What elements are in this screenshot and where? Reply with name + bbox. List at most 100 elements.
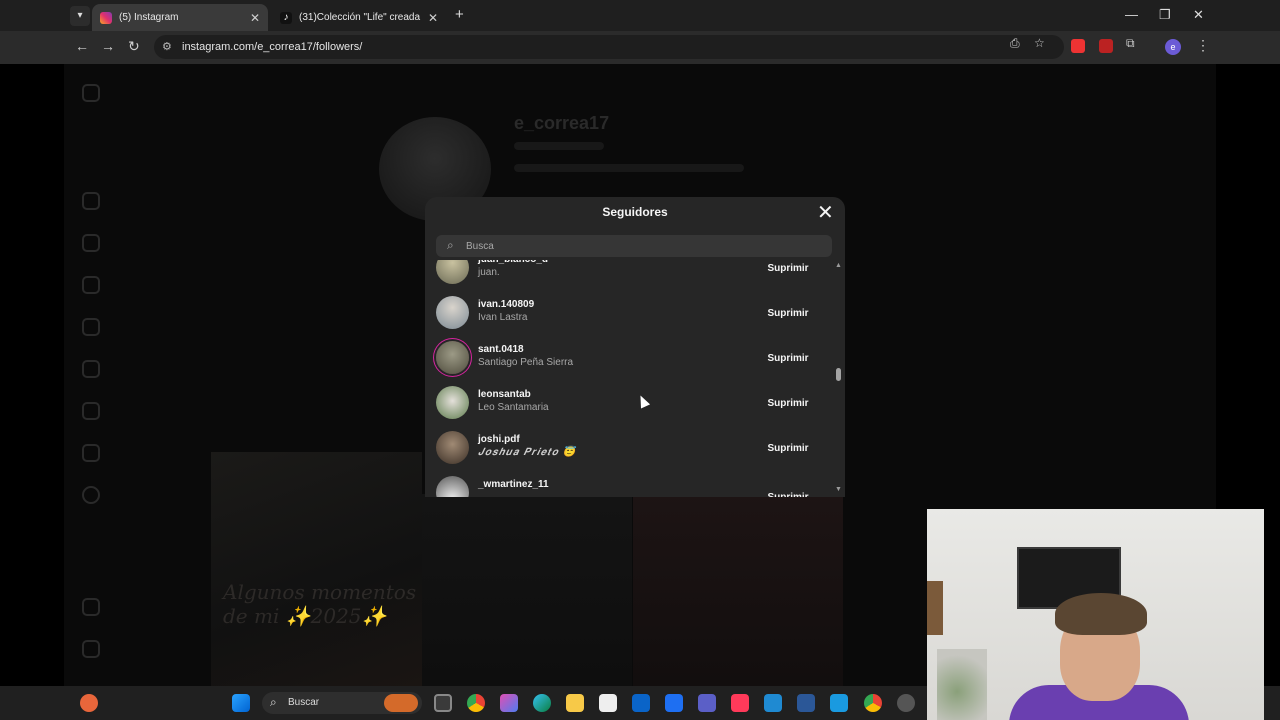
profile-post[interactable]: Algunos momentos de mi ✨2025✨ — [211, 452, 422, 686]
new-tab-button[interactable]: + — [455, 6, 464, 23]
profile-icon[interactable] — [82, 486, 100, 504]
avatar[interactable] — [436, 476, 469, 497]
list-item: _wmartinez_11 Suprimir — [425, 470, 833, 497]
app-icon[interactable] — [897, 694, 915, 712]
reload-icon[interactable]: ↻ — [128, 38, 140, 55]
browser-toolbar: ← → ↻ ⚙ instagram.com/e_correa17/followe… — [0, 31, 1280, 64]
window-close-icon[interactable]: ✕ — [1193, 7, 1204, 23]
avatar[interactable] — [436, 296, 469, 329]
tab-tiktok[interactable]: ♪ (31)Colección "Life" creada por ✕ — [272, 4, 446, 31]
tab-search-button[interactable]: ▾ — [70, 6, 90, 26]
instagram-logo-icon[interactable] — [82, 84, 100, 102]
app-icon[interactable] — [797, 694, 815, 712]
notifications-icon[interactable] — [82, 402, 100, 420]
chrome-icon[interactable] — [467, 694, 485, 712]
widgets-icon[interactable] — [80, 694, 98, 712]
teams-icon[interactable] — [698, 694, 716, 712]
address-bar[interactable]: ⚙ instagram.com/e_correa17/followers/ — [154, 35, 1064, 59]
back-icon[interactable]: ← — [75, 38, 89, 54]
follower-username[interactable]: ivan.140809 — [478, 299, 534, 310]
more-menu-icon[interactable] — [82, 598, 100, 616]
remove-follower-button[interactable]: Suprimir — [758, 439, 818, 457]
avatar[interactable] — [436, 431, 469, 464]
messages-icon[interactable] — [82, 360, 100, 378]
windows-start-icon[interactable] — [232, 694, 250, 712]
home-icon[interactable] — [82, 192, 100, 210]
profile-name-placeholder — [514, 142, 604, 150]
close-icon[interactable]: ✕ — [817, 200, 834, 225]
profile-post[interactable] — [422, 494, 632, 686]
scroll-down-icon[interactable]: ▼ — [835, 486, 842, 493]
minimize-icon[interactable]: — — [1125, 7, 1138, 22]
create-icon[interactable] — [82, 444, 100, 462]
extensions-puzzle-icon[interactable]: ⧉ — [1126, 36, 1135, 51]
scrollbar[interactable]: ▲ ▼ — [834, 260, 843, 497]
chrome-active-icon[interactable] — [864, 694, 882, 712]
dialog-title: Seguidores — [602, 205, 668, 219]
list-item: sant.0418 Santiago Peña Sierra Suprimir — [425, 335, 833, 379]
follower-username[interactable]: leonsantab — [478, 389, 531, 400]
site-settings-icon[interactable]: ⚙ — [162, 40, 172, 53]
vscode-icon[interactable] — [764, 694, 782, 712]
url-text[interactable]: instagram.com/e_correa17/followers/ — [182, 41, 362, 53]
remove-follower-button[interactable]: Suprimir — [758, 394, 818, 412]
tab-title: (31)Colección "Life" creada por — [299, 12, 422, 23]
install-app-icon[interactable]: ⎙ — [1010, 36, 1020, 51]
profile-post[interactable] — [633, 494, 843, 686]
search-icon: ⌕ — [270, 695, 277, 709]
profile-avatar[interactable]: e — [1165, 39, 1181, 55]
dropbox-icon[interactable] — [665, 694, 683, 712]
outlook-icon[interactable] — [632, 694, 650, 712]
follower-name: Leo Santamaria — [478, 402, 549, 413]
restore-icon[interactable]: ❐ — [1159, 7, 1171, 23]
follower-username[interactable]: _wmartinez_11 — [478, 479, 549, 490]
scroll-thumb[interactable] — [836, 368, 841, 381]
remove-follower-button[interactable]: Suprimir — [758, 304, 818, 322]
search-input[interactable] — [466, 238, 816, 254]
browser-menu-icon[interactable]: ⋮ — [1196, 37, 1210, 54]
task-view-icon[interactable] — [434, 694, 452, 712]
webcam-plant — [937, 649, 987, 720]
instagram-icon — [100, 11, 112, 24]
browser-tab-strip: ▾ (5) Instagram ✕ ♪ (31)Colección "Life"… — [0, 0, 1280, 31]
store-icon[interactable] — [599, 694, 617, 712]
explore-icon[interactable] — [82, 276, 100, 294]
extension-icon[interactable] — [1071, 39, 1085, 53]
follower-username[interactable]: juan_blanco_d — [478, 260, 548, 265]
bookmark-star-icon[interactable]: ☆ — [1034, 36, 1045, 50]
close-tab-icon[interactable]: ✕ — [428, 11, 438, 25]
app-icon[interactable] — [731, 694, 749, 712]
remove-follower-button[interactable]: Suprimir — [758, 260, 818, 277]
tab-instagram[interactable]: (5) Instagram ✕ — [92, 4, 268, 31]
avatar[interactable] — [436, 341, 469, 374]
forward-icon[interactable]: → — [101, 38, 115, 54]
avatar[interactable] — [436, 260, 469, 284]
list-item: ivan.140809 Ivan Lastra Suprimir — [425, 290, 833, 334]
follower-name: 𝑱𝒐𝒔𝒉𝒖𝒂 𝑷𝒓𝒊𝒆𝒕𝒐 😇 — [478, 447, 577, 458]
taskbar-search-label: Buscar — [288, 697, 320, 708]
list-item: juan_blanco_d juan. Suprimir — [425, 260, 833, 289]
remove-follower-button[interactable]: Suprimir — [758, 349, 818, 367]
follower-name: Santiago Peña Sierra — [478, 357, 574, 368]
profile-username: e_correa17 — [514, 113, 610, 133]
taskbar-search[interactable]: ⌕ Buscar — [262, 692, 422, 714]
extension-icon[interactable] — [1099, 39, 1113, 53]
file-explorer-icon[interactable] — [566, 694, 584, 712]
follower-name: Ivan Lastra — [478, 312, 528, 323]
search-icon: ⌕ — [447, 238, 454, 252]
remove-follower-button[interactable]: Suprimir — [758, 488, 818, 498]
scroll-up-icon[interactable]: ▲ — [835, 262, 842, 269]
search-field[interactable]: ⌕ — [436, 235, 832, 257]
tiktok-icon: ♪ — [280, 11, 292, 24]
avatar[interactable] — [436, 386, 469, 419]
reels-icon[interactable] — [82, 318, 100, 336]
edge-icon[interactable] — [533, 694, 551, 712]
followers-dialog: Seguidores ✕ ⌕ juan_blanco_d juan. Supri… — [425, 197, 845, 497]
search-icon[interactable] — [82, 234, 100, 252]
threads-icon[interactable] — [82, 640, 100, 658]
app-icon[interactable] — [830, 694, 848, 712]
copilot-icon[interactable] — [500, 694, 518, 712]
close-tab-icon[interactable]: ✕ — [250, 11, 260, 25]
follower-username[interactable]: sant.0418 — [478, 344, 524, 355]
follower-username[interactable]: joshi.pdf — [478, 434, 520, 445]
